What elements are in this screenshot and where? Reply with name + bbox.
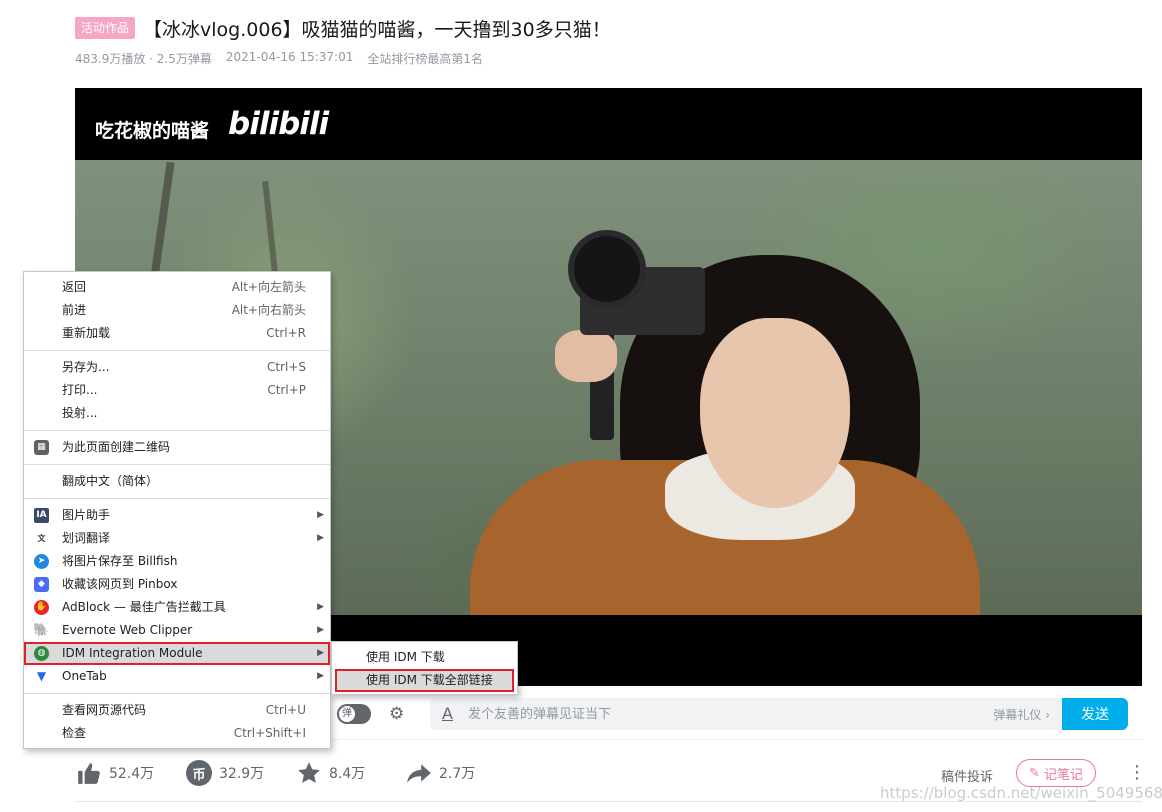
menu-item-back[interactable]: 返回 Alt+向左箭头 bbox=[24, 276, 330, 299]
menu-item-cast[interactable]: 投射... bbox=[24, 402, 330, 425]
bilibili-logo: bilibili bbox=[228, 106, 329, 142]
danmaku-input[interactable] bbox=[468, 698, 948, 730]
image-assistant-icon: IA bbox=[34, 508, 49, 523]
video-meta: 483.9万播放 · 2.5万弹幕 2021-04-16 15:37:01 全站… bbox=[75, 50, 483, 67]
player-header: 吃花椒的喵酱 bilibili bbox=[75, 88, 1142, 160]
share-button[interactable]: 2.7万 bbox=[405, 760, 475, 786]
danmaku-toggle[interactable]: 弹 bbox=[337, 704, 371, 724]
star-icon bbox=[295, 760, 323, 786]
note-label: 记笔记 bbox=[1043, 767, 1083, 783]
menu-item-pinbox[interactable]: ◆ 收藏该网页到 Pinbox bbox=[24, 573, 330, 596]
evernote-icon: 🐘 bbox=[33, 623, 50, 638]
thumbs-up-icon bbox=[75, 760, 103, 786]
menu-separator bbox=[24, 464, 330, 465]
note-edit-icon: ✎ bbox=[1029, 765, 1040, 781]
text-style-icon[interactable]: A bbox=[442, 704, 453, 723]
menu-item-view-source[interactable]: 查看网页源代码 Ctrl+U bbox=[24, 699, 330, 722]
person-face bbox=[700, 318, 850, 508]
activity-badge[interactable]: 活动作品 bbox=[75, 17, 136, 39]
menu-item-billfish[interactable]: ➤ 将图片保存至 Billfish bbox=[24, 550, 330, 573]
submenu-item-idm-download-all[interactable]: 使用 IDM 下载全部链接 bbox=[335, 669, 514, 692]
rank-info[interactable]: 全站排行榜最高第1名 bbox=[367, 50, 483, 67]
camera-lens bbox=[568, 230, 646, 308]
menu-separator bbox=[24, 693, 330, 694]
menu-item-idm[interactable]: ◍ IDM Integration Module ▶ bbox=[24, 642, 330, 665]
person-hand bbox=[555, 330, 617, 382]
watermark: https://blog.csdn.net/weixin_50495681 bbox=[880, 784, 1162, 802]
share-arrow-icon bbox=[405, 760, 433, 786]
menu-item-evernote[interactable]: 🐘 Evernote Web Clipper ▶ bbox=[24, 619, 330, 642]
danmaku-input-wrap: A 弹幕礼仪 › bbox=[430, 698, 1062, 730]
like-button[interactable]: 52.4万 bbox=[75, 760, 154, 786]
billfish-icon: ➤ bbox=[34, 554, 49, 569]
context-menu: 返回 Alt+向左箭头 前进 Alt+向右箭头 重新加载 Ctrl+R 另存为... C… bbox=[23, 271, 331, 749]
menu-item-image-assistant[interactable]: IA 图片助手 ▶ bbox=[24, 504, 330, 527]
menu-separator bbox=[24, 430, 330, 431]
video-title: 【冰冰vlog.006】吸猫猫的喵酱，一天撸到30多只猫！ bbox=[143, 18, 611, 41]
coin-button[interactable]: 币 32.9万 bbox=[185, 760, 264, 786]
submenu-item-idm-download[interactable]: 使用 IDM 下载 bbox=[332, 646, 517, 669]
menu-item-inspect[interactable]: 检查 Ctrl+Shift+I bbox=[24, 722, 330, 745]
danmaku-toggle-knob: 弹 bbox=[339, 706, 355, 722]
menu-item-word-translate[interactable]: 文 划词翻译 ▶ bbox=[24, 527, 330, 550]
send-danmaku-button[interactable]: 发送 bbox=[1062, 698, 1128, 730]
view-count: 483.9万播放 · 2.5万弹幕 bbox=[75, 52, 212, 66]
onetab-funnel-icon: ▼ bbox=[34, 669, 49, 684]
idm-globe-icon: ◍ bbox=[34, 646, 49, 661]
menu-item-save-as[interactable]: 另存为... Ctrl+S bbox=[24, 356, 330, 379]
menu-item-reload[interactable]: 重新加载 Ctrl+R bbox=[24, 322, 330, 345]
menu-item-qr-code[interactable]: ▦ 为此页面创建二维码 bbox=[24, 436, 330, 459]
adblock-icon: ✋ bbox=[34, 600, 49, 615]
coin-count: 32.9万 bbox=[219, 766, 265, 782]
title-row: 活动作品 【冰冰vlog.006】吸猫猫的喵酱，一天撸到30多只猫！ bbox=[75, 14, 611, 42]
menu-item-translate[interactable]: 翻成中文（简体） bbox=[24, 470, 330, 493]
menu-item-forward[interactable]: 前进 Alt+向右箭头 bbox=[24, 299, 330, 322]
favorite-count: 8.4万 bbox=[329, 766, 366, 782]
like-count: 52.4万 bbox=[109, 766, 155, 782]
menu-separator bbox=[24, 498, 330, 499]
more-options-icon[interactable]: ⋮ bbox=[1128, 762, 1146, 783]
qr-code-icon: ▦ bbox=[34, 440, 49, 455]
channel-name: 吃花椒的喵酱 bbox=[95, 120, 210, 142]
danmaku-etiquette-link[interactable]: 弹幕礼仪 › bbox=[993, 706, 1050, 723]
menu-item-adblock[interactable]: ✋ AdBlock — 最佳广告拦截工具 ▶ bbox=[24, 596, 330, 619]
menu-separator bbox=[24, 350, 330, 351]
favorite-button[interactable]: 8.4万 bbox=[295, 760, 365, 786]
publish-date: 2021-04-16 15:37:01 bbox=[225, 50, 354, 64]
idm-submenu: 使用 IDM 下载 使用 IDM 下载全部链接 bbox=[331, 641, 518, 695]
coin-icon: 币 bbox=[185, 760, 213, 786]
translate-icon: 文 bbox=[34, 531, 49, 546]
take-note-button[interactable]: ✎ 记笔记 bbox=[1016, 759, 1096, 787]
report-link[interactable]: 稿件投诉 bbox=[941, 766, 993, 785]
pinbox-icon: ◆ bbox=[34, 577, 49, 592]
menu-item-onetab[interactable]: ▼ OneTab ▶ bbox=[24, 665, 330, 688]
share-count: 2.7万 bbox=[439, 766, 476, 782]
danmaku-settings-icon[interactable]: ⚙ bbox=[389, 704, 404, 724]
menu-item-print[interactable]: 打印... Ctrl+P bbox=[24, 379, 330, 402]
